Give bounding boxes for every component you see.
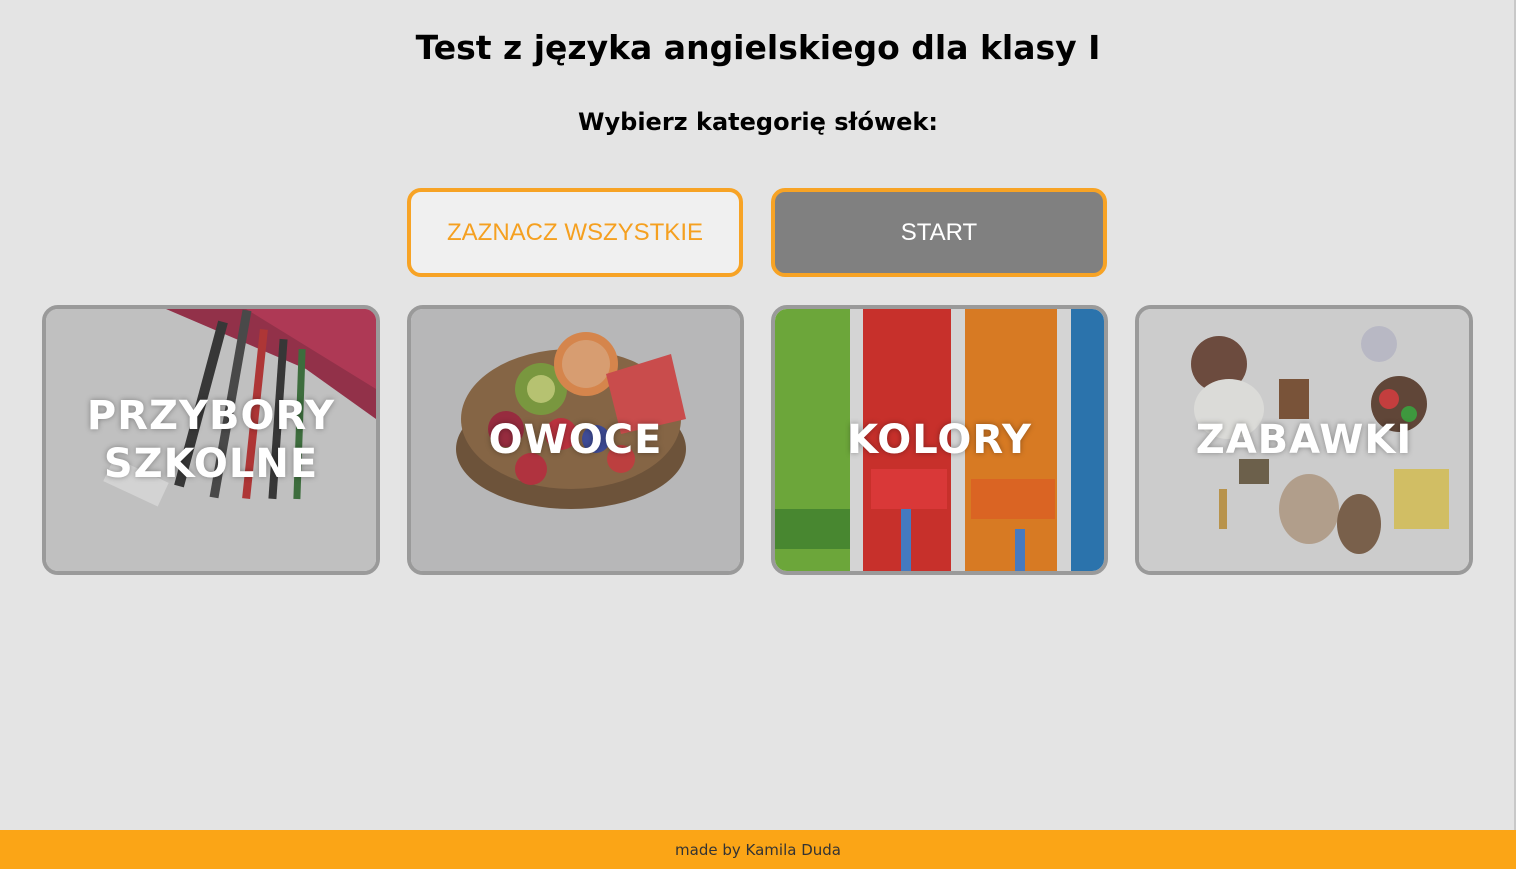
category-card-school-supplies[interactable]: PRZYBORY SZKOLNE xyxy=(42,305,380,575)
start-button[interactable]: START xyxy=(771,188,1107,277)
page: Test z języka angielskiego dla klasy I W… xyxy=(0,0,1516,869)
category-label: PRZYBORY SZKOLNE xyxy=(86,393,336,487)
footer-credit: made by Kamila Duda xyxy=(675,840,841,859)
category-prompt: Wybierz kategorię słówek: xyxy=(578,108,938,136)
footer: made by Kamila Duda xyxy=(0,830,1516,869)
category-card-toys[interactable]: ZABAWKI xyxy=(1135,305,1473,575)
category-label: OWOCE xyxy=(488,417,663,463)
category-label: ZABAWKI xyxy=(1195,417,1413,463)
page-title: Test z języka angielskiego dla klasy I xyxy=(415,28,1101,67)
category-label: KOLORY xyxy=(847,417,1032,463)
category-card-colors[interactable]: KOLORY xyxy=(771,305,1108,575)
category-card-fruit[interactable]: OWOCE xyxy=(407,305,744,575)
select-all-button[interactable]: ZAZNACZ WSZYSTKIE xyxy=(407,188,743,277)
